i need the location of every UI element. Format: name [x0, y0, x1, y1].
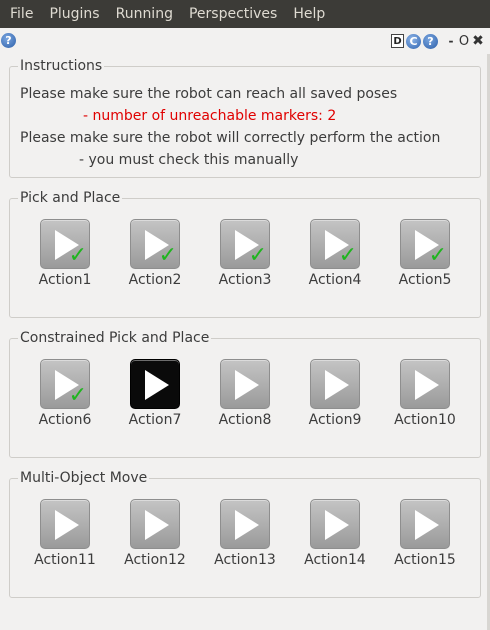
help-icon[interactable]: ? [423, 33, 438, 49]
group-title: Pick and Place [18, 189, 123, 207]
action-6-button[interactable]: ✓ [40, 359, 90, 409]
action-label: Action11 [34, 552, 96, 568]
constrained-pick-and-place-group: Constrained Pick and Place ✓ Action6 Actio… [9, 329, 481, 458]
action-5-button[interactable]: ✓ [400, 219, 450, 269]
instruction-perform-action: Please make sure the robot will correctl… [20, 130, 441, 146]
action-7-button[interactable] [130, 359, 180, 409]
action-9-item: Action9 [299, 359, 371, 429]
action-label: Action2 [128, 272, 182, 288]
checkmark-icon: ✓ [338, 243, 357, 268]
action-8-item: Action8 [209, 359, 281, 429]
action-4-button[interactable]: ✓ [310, 219, 360, 269]
action-14-item: Action14 [299, 499, 371, 569]
action-label: Action14 [304, 552, 366, 568]
menu-file[interactable]: File [0, 0, 41, 28]
play-icon [325, 370, 349, 400]
play-icon [235, 510, 259, 540]
action-label: Action5 [398, 272, 452, 288]
action-2-button[interactable]: ✓ [130, 219, 180, 269]
menu-help[interactable]: Help [285, 0, 333, 28]
plugin-toolbar: ? D C ? - O ✖ [0, 28, 490, 54]
action-6-item: ✓ Action6 [29, 359, 101, 429]
action-1-button[interactable]: ✓ [40, 219, 90, 269]
play-icon [325, 510, 349, 540]
menu-plugins[interactable]: Plugins [41, 0, 107, 28]
dock-icon[interactable]: D [391, 34, 404, 48]
menu-perspectives[interactable]: Perspectives [181, 0, 285, 28]
action-12-item: Action12 [119, 499, 191, 569]
action-12-button[interactable] [130, 499, 180, 549]
action-label: Action13 [214, 552, 276, 568]
play-icon [415, 370, 439, 400]
action-9-button[interactable] [310, 359, 360, 409]
window-controls: D C ? - O ✖ [391, 32, 484, 50]
play-icon [235, 370, 259, 400]
action-13-button[interactable] [220, 499, 270, 549]
action-label: Action9 [308, 412, 362, 428]
action-13-item: Action13 [209, 499, 281, 569]
group-title: Multi-Object Move [18, 469, 150, 487]
action-14-button[interactable] [310, 499, 360, 549]
action-11-button[interactable] [40, 499, 90, 549]
action-label: Action15 [394, 552, 456, 568]
action-label: Action4 [308, 272, 362, 288]
action-label: Action3 [218, 272, 272, 288]
action-11-item: Action11 [29, 499, 101, 569]
close-icon[interactable]: ✖ [472, 33, 484, 49]
action-10-item: Action10 [389, 359, 461, 429]
menubar: File Plugins Running Perspectives Help [0, 0, 490, 28]
action-label: Action10 [394, 412, 456, 428]
action-2-item: ✓ Action2 [119, 219, 191, 289]
instructions-title: Instructions [18, 57, 105, 75]
play-icon [415, 510, 439, 540]
instructions-group: Instructions Please make sure the robot … [9, 57, 481, 178]
action-8-button[interactable] [220, 359, 270, 409]
group-title: Constrained Pick and Place [18, 329, 212, 347]
unreachable-markers-warning: - number of unreachable markers: 2 [83, 108, 337, 124]
checkmark-icon: ✓ [68, 243, 87, 268]
action-label: Action7 [128, 412, 182, 428]
menu-running[interactable]: Running [108, 0, 181, 28]
action-15-button[interactable] [400, 499, 450, 549]
play-icon [145, 510, 169, 540]
action-10-button[interactable] [400, 359, 450, 409]
action-label: Action8 [218, 412, 272, 428]
checkmark-icon: ✓ [428, 243, 447, 268]
action-5-item: ✓ Action5 [389, 219, 461, 289]
action-1-item: ✓ Action1 [29, 219, 101, 289]
help-icon[interactable]: ? [1, 33, 16, 48]
action-3-item: ✓ Action3 [209, 219, 281, 289]
action-15-item: Action15 [389, 499, 461, 569]
minimize-icon[interactable]: - [446, 34, 456, 49]
pick-and-place-group: Pick and Place ✓ Action1 ✓ Action2 ✓ Action3 ✓… [9, 189, 481, 318]
multi-object-move-group: Multi-Object Move Action11 Action12 Action… [9, 469, 481, 598]
instruction-reach-poses: Please make sure the robot can reach all… [20, 86, 398, 102]
options-icon[interactable]: O [458, 34, 470, 49]
play-icon [55, 510, 79, 540]
action-label: Action6 [38, 412, 92, 428]
checkmark-icon: ✓ [68, 383, 87, 408]
action-4-item: ✓ Action4 [299, 219, 371, 289]
reload-icon[interactable]: C [406, 33, 421, 49]
checkmark-icon: ✓ [248, 243, 267, 268]
action-label: Action12 [124, 552, 186, 568]
instruction-manual-check: - you must check this manually [79, 152, 299, 168]
checkmark-icon: ✓ [158, 243, 177, 268]
action-7-item: Action7 [119, 359, 191, 429]
action-label: Action1 [38, 272, 92, 288]
action-3-button[interactable]: ✓ [220, 219, 270, 269]
play-icon [145, 370, 169, 400]
